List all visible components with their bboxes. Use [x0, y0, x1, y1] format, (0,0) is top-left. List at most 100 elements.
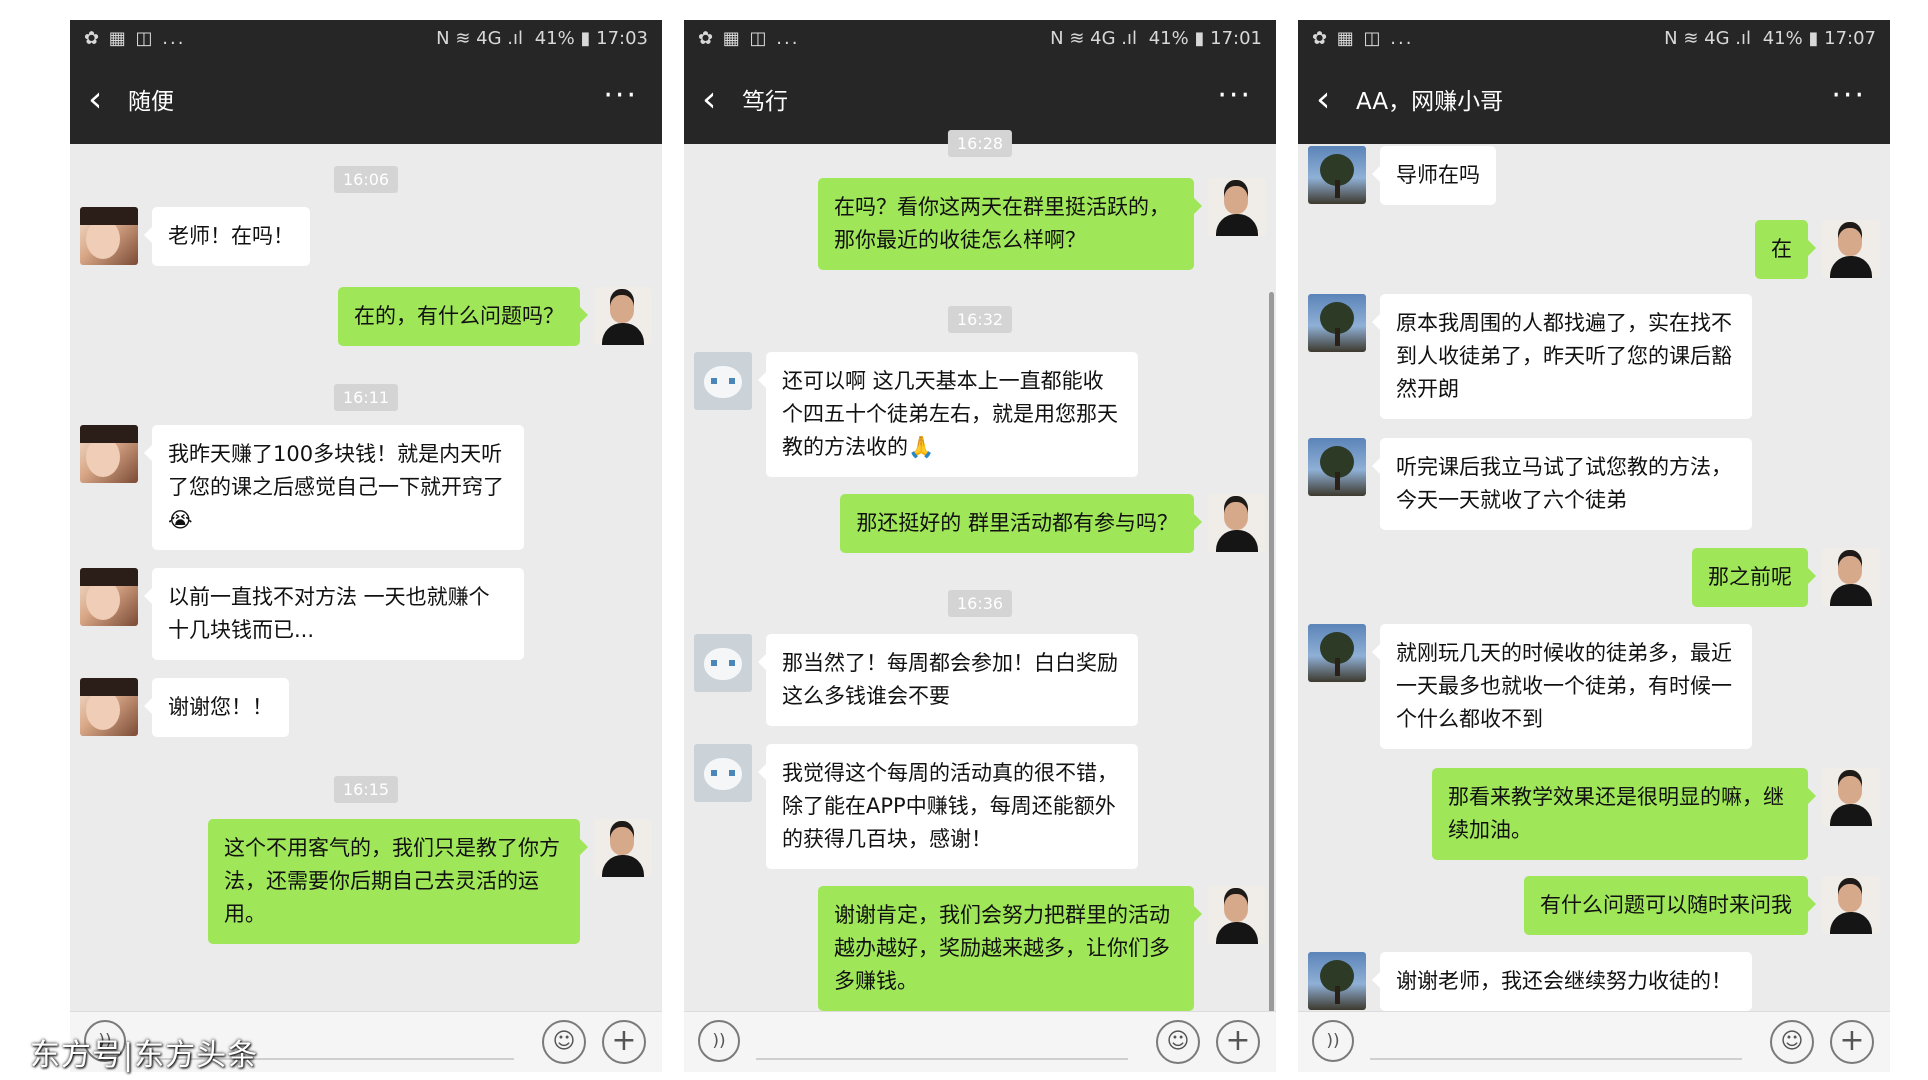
input-bar: )) ☺ + [1298, 1011, 1890, 1072]
man-avatar[interactable] [1822, 768, 1880, 826]
girl-avatar[interactable] [80, 425, 138, 483]
message-bubble[interactable]: 导师在吗 [1372, 146, 1496, 205]
message-bubble[interactable]: 这个不用客气的，我们只是教了你方法，还需要你后期自己去灵活的运用。 [208, 819, 588, 944]
status-left-icons: ✿ ▦ ◫ ... [698, 28, 800, 49]
chat-title: AA，网赚小哥 [1356, 89, 1504, 115]
message-bubble[interactable]: 那看来教学效果还是很明显的嘛，继续加油。 [1432, 768, 1816, 860]
message-bubble[interactable]: 谢谢老师，我还会继续努力收徒的！ [1372, 952, 1752, 1011]
more-icon[interactable]: ··· [1831, 76, 1866, 116]
status-right: N ≋ 4G .ıl 41% ▮ 17:03 [436, 28, 648, 49]
cat-avatar[interactable] [694, 744, 752, 802]
message-bubble[interactable]: 那之前呢 [1692, 548, 1816, 607]
timestamp: 16:06 [333, 166, 399, 193]
man-avatar[interactable] [1208, 178, 1266, 236]
clock: 17:01 [1210, 28, 1262, 49]
title-bar: ‹ AA，网赚小哥 ··· [1298, 60, 1890, 144]
more-icon[interactable]: ··· [1217, 76, 1252, 116]
chat-area: 16:28 在吗？看你这两天在群里挺活跃的，那你最近的收徒怎么样啊？ 16:32… [684, 130, 1276, 1012]
message-bubble[interactable]: 那当然了！每周都会参加！白白奖励这么多钱谁会不要 [758, 634, 1138, 726]
tree-avatar[interactable] [1308, 146, 1366, 204]
chat-area: 导师在吗 在 原本我周围的人都找遍了，实在找不到人收徒弟了，昨天听了您的课后豁然… [1298, 144, 1890, 1012]
voice-icon[interactable]: )) [698, 1020, 740, 1062]
watermark: 东方号|东方头条 [30, 1038, 259, 1073]
input-bar: )) ☺ + [684, 1011, 1276, 1072]
timestamp: 16:15 [333, 776, 399, 803]
battery-icon: ▮ [1194, 28, 1205, 49]
more-icon[interactable]: ··· [603, 76, 638, 116]
status-right: N ≋ 4G .ıl 41% ▮ 17:01 [1050, 28, 1262, 49]
tree-avatar[interactable] [1308, 438, 1366, 496]
status-bar: ✿ ▦ ◫ ... N ≋ 4G .ıl 41% ▮ 17:03 [70, 20, 662, 60]
man-avatar[interactable] [1822, 220, 1880, 278]
man-avatar[interactable] [1208, 886, 1266, 944]
message-bubble[interactable]: 那还挺好的 群里活动都有参与吗？ [840, 494, 1202, 553]
message-bubble[interactable]: 原本我周围的人都找遍了，实在找不到人收徒弟了，昨天听了您的课后豁然开朗 [1372, 294, 1752, 419]
clock: 17:07 [1824, 28, 1876, 49]
status-right: N ≋ 4G .ıl 41% ▮ 17:07 [1664, 28, 1876, 49]
chat-title: 笃行 [742, 89, 788, 115]
battery-level: 41% [1148, 28, 1189, 49]
girl-avatar[interactable] [80, 568, 138, 626]
man-avatar[interactable] [1208, 494, 1266, 552]
back-icon[interactable]: ‹ [1316, 80, 1330, 120]
message-bubble[interactable]: 在的，有什么问题吗？ [338, 287, 588, 346]
man-avatar[interactable] [1822, 548, 1880, 606]
message-bubble[interactable]: 我觉得这个每周的活动真的很不错，除了能在APP中赚钱，每周还能额外的获得几百块，… [758, 744, 1138, 869]
message-input[interactable] [756, 1058, 1128, 1060]
battery-icon: ▮ [580, 28, 591, 49]
chat-screen-2: ✿ ▦ ◫ ... N ≋ 4G .ıl 41% ▮ 17:01 ‹ 笃行 ··… [684, 20, 1276, 1072]
man-avatar[interactable] [594, 287, 652, 345]
chat-screen-1: ✿ ▦ ◫ ... N ≋ 4G .ıl 41% ▮ 17:03 ‹ 随便 ··… [70, 20, 662, 1072]
message-bubble[interactable]: 谢谢肯定，我们会努力把群里的活动越办越好，奖励越来越多，让你们多多赚钱。 [818, 886, 1202, 1011]
message-bubble[interactable]: 听完课后我立马试了试您教的方法，今天一天就收了六个徒弟 [1372, 438, 1752, 530]
emoji-icon[interactable]: ☺ [1156, 1020, 1200, 1064]
plus-icon[interactable]: + [602, 1020, 646, 1064]
timestamp: 16:28 [947, 130, 1013, 157]
message-bubble[interactable]: 老师！在吗！ [144, 207, 310, 266]
status-bar: ✿ ▦ ◫ ... N ≋ 4G .ıl 41% ▮ 17:07 [1298, 20, 1890, 60]
plus-icon[interactable]: + [1216, 1020, 1260, 1064]
back-icon[interactable]: ‹ [702, 80, 716, 120]
voice-icon[interactable]: )) [1312, 1020, 1354, 1062]
message-bubble[interactable]: 还可以啊 这几天基本上一直都能收个四五十个徒弟左右，就是用您那天教的方法收的🙏 [758, 352, 1138, 477]
status-left-icons: ✿ ▦ ◫ ... [1312, 28, 1414, 49]
signal-icons: N ≋ 4G .ıl [436, 28, 523, 49]
status-bar: ✿ ▦ ◫ ... N ≋ 4G .ıl 41% ▮ 17:01 [684, 20, 1276, 60]
message-bubble[interactable]: 我昨天赚了100多块钱！就是内天听了您的课之后感觉自己一下就开窍了😭 [144, 425, 524, 550]
battery-icon: ▮ [1808, 28, 1819, 49]
clock: 17:03 [596, 28, 648, 49]
message-bubble[interactable]: 在 [1755, 220, 1816, 279]
cat-avatar[interactable] [694, 634, 752, 692]
scrollbar[interactable] [1269, 292, 1274, 1032]
chat-title: 随便 [128, 89, 174, 115]
status-left-icons: ✿ ▦ ◫ ... [84, 28, 186, 49]
message-bubble[interactable]: 以前一直找不对方法 一天也就赚个十几块钱而已... [144, 568, 524, 660]
man-avatar[interactable] [1822, 876, 1880, 934]
timestamp: 16:32 [947, 306, 1013, 333]
message-bubble[interactable]: 谢谢您！！ [144, 678, 289, 737]
tree-avatar[interactable] [1308, 294, 1366, 352]
signal-icons: N ≋ 4G .ıl [1050, 28, 1137, 49]
tree-avatar[interactable] [1308, 952, 1366, 1010]
message-bubble[interactable]: 有什么问题可以随时来问我 [1524, 876, 1816, 935]
emoji-icon[interactable]: ☺ [542, 1020, 586, 1064]
back-icon[interactable]: ‹ [88, 80, 102, 120]
battery-level: 41% [1762, 28, 1803, 49]
girl-avatar[interactable] [80, 207, 138, 265]
timestamp: 16:36 [947, 590, 1013, 617]
title-bar: ‹ 随便 ··· [70, 60, 662, 144]
girl-avatar[interactable] [80, 678, 138, 736]
signal-icons: N ≋ 4G .ıl [1664, 28, 1751, 49]
cat-avatar[interactable] [694, 352, 752, 410]
message-input[interactable] [1370, 1058, 1742, 1060]
plus-icon[interactable]: + [1830, 1020, 1874, 1064]
timestamp: 16:11 [333, 384, 399, 411]
chat-area: 16:06 老师！在吗！ 在的，有什么问题吗？ 16:11 我昨天赚了100多块… [70, 144, 662, 1012]
tree-avatar[interactable] [1308, 624, 1366, 682]
message-bubble[interactable]: 在吗？看你这两天在群里挺活跃的，那你最近的收徒怎么样啊？ [818, 178, 1202, 270]
battery-level: 41% [534, 28, 575, 49]
man-avatar[interactable] [594, 819, 652, 877]
chat-screen-3: ✿ ▦ ◫ ... N ≋ 4G .ıl 41% ▮ 17:07 ‹ AA，网赚… [1298, 20, 1890, 1072]
emoji-icon[interactable]: ☺ [1770, 1020, 1814, 1064]
message-bubble[interactable]: 就刚玩几天的时候收的徒弟多，最近一天最多也就收一个徒弟，有时候一个什么都收不到 [1372, 624, 1752, 749]
